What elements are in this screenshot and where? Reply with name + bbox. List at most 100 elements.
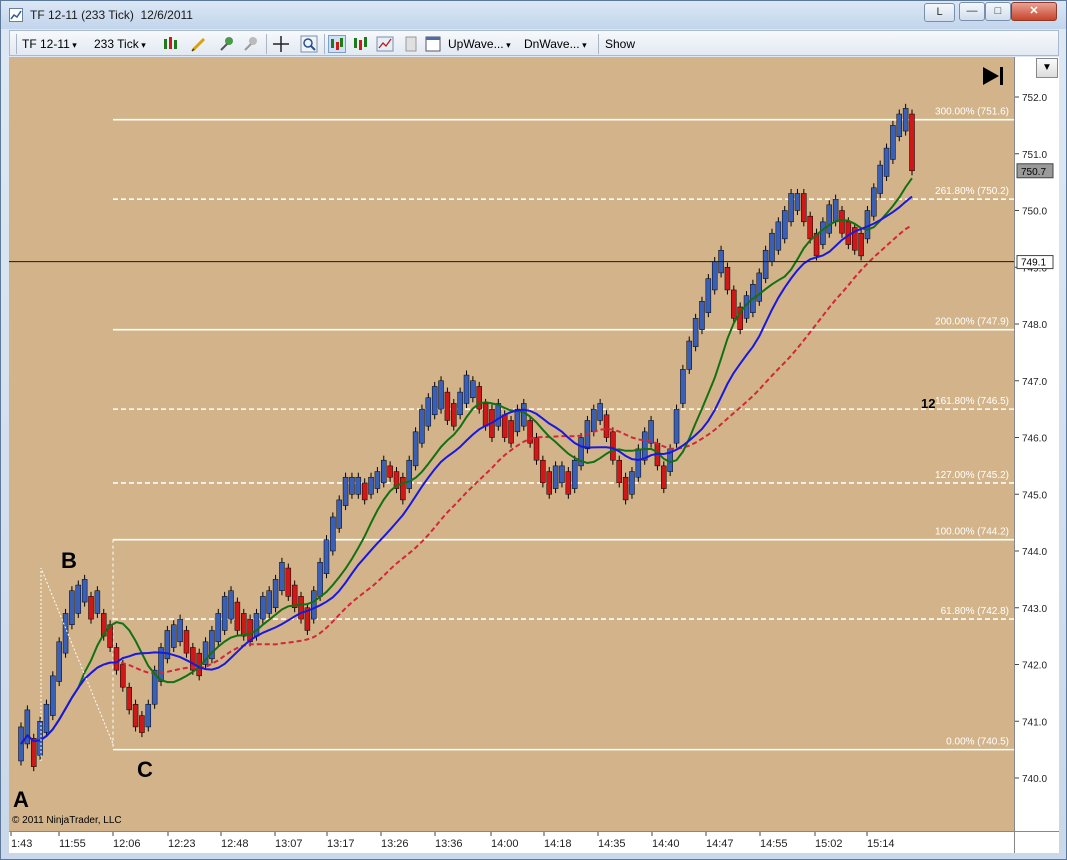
candle-body — [113, 647, 120, 671]
price-tick-label: 746.0 — [1022, 434, 1047, 445]
interval-selector[interactable]: 233 Tick — [94, 36, 146, 52]
close-button[interactable]: ✕ — [1011, 2, 1057, 21]
candle-body — [482, 403, 489, 427]
candle-body — [266, 590, 272, 614]
maximize-button[interactable]: □ — [985, 2, 1011, 21]
candle-body — [559, 465, 565, 484]
toolbar-separator — [598, 34, 599, 54]
price-tick-label: 751.0 — [1022, 150, 1047, 161]
strategy-icon[interactable] — [328, 35, 346, 53]
draw-pencil-icon[interactable] — [190, 35, 208, 53]
scroll-to-end-bar — [1000, 67, 1003, 85]
time-tick-label: 14:00 — [491, 838, 519, 850]
eraser-icon[interactable] — [242, 35, 260, 53]
time-axis[interactable]: 1:43 11:55 12:06 12:23 12:48 13:07 13:17 13:26 1… — [9, 831, 1014, 853]
point-c-label: C — [137, 757, 153, 782]
price-tick-label: 747.0 — [1022, 377, 1047, 388]
candle-body — [30, 738, 37, 767]
candle-body — [50, 675, 56, 716]
candle-body — [552, 465, 559, 489]
price-axis[interactable]: 752.0751.0750.0749.0748.0747.0746.0745.0… — [1014, 57, 1059, 831]
dnwave-selector[interactable]: DnWave... — [524, 36, 587, 52]
toolbar-separator — [266, 34, 267, 54]
zoom-icon[interactable] — [300, 35, 318, 53]
candle-body — [183, 630, 190, 654]
candle-body — [826, 204, 833, 234]
candle-body — [228, 590, 234, 620]
fib-level-label: 300.00% (751.6) — [935, 107, 1009, 118]
price-tick-label: 743.0 — [1022, 604, 1047, 615]
candle-body — [62, 613, 69, 654]
candle-body — [794, 193, 801, 211]
window-title: TF 12-11 (233 Tick) 12/6/2011 — [30, 8, 193, 22]
fib-level-label: 261.80% (750.2) — [935, 186, 1009, 197]
candle-body — [374, 471, 381, 489]
candle-body — [540, 459, 546, 484]
candle-body — [69, 590, 75, 626]
candle-body — [521, 403, 527, 427]
candle-body — [762, 249, 769, 279]
candle-body — [571, 459, 578, 489]
marker-icon[interactable] — [218, 35, 236, 53]
bar-type-icon[interactable] — [162, 35, 180, 53]
time-tick-label: 14:18 — [544, 838, 572, 850]
candle-body — [629, 471, 635, 495]
window-layout-icon[interactable] — [424, 35, 442, 53]
copyright-label: © 2011 NinjaTrader, LLC — [12, 815, 122, 826]
upwave-selector[interactable]: UpWave... — [448, 36, 511, 52]
price-tick-label: 740.0 — [1022, 774, 1047, 785]
candle-body — [705, 278, 712, 313]
candle-body — [311, 590, 317, 620]
show-button[interactable]: Show — [605, 36, 635, 52]
candle-body — [120, 664, 126, 688]
minimize-button[interactable]: — — [959, 2, 985, 21]
time-tick-label: 11:55 — [59, 838, 86, 850]
candle-body — [508, 420, 514, 444]
data-box-icon[interactable] — [402, 35, 420, 53]
price-chart[interactable]: 300.00% (751.6) 261.80% (750.2) 200.00% (7… — [9, 57, 1014, 831]
candle-body — [145, 703, 152, 728]
candle-body — [501, 414, 508, 438]
crosshair-icon[interactable] — [272, 35, 290, 53]
candle-body — [349, 476, 355, 495]
scroll-to-end-icon — [983, 67, 999, 85]
axis-corner — [1014, 831, 1059, 853]
candle-body — [686, 340, 692, 370]
chart-properties-icon[interactable] — [376, 35, 394, 53]
candle-body — [342, 476, 349, 506]
candle-body — [807, 215, 813, 240]
candle-body — [858, 232, 864, 257]
candle-body — [419, 408, 425, 444]
candle-body — [406, 459, 412, 489]
chart-menu-dropdown-icon[interactable]: ▼ — [1036, 58, 1058, 78]
candle-body — [692, 318, 699, 347]
candle-body — [622, 476, 629, 501]
fib-level-label: 0.00% (740.5) — [946, 737, 1009, 748]
candle-body — [896, 113, 903, 137]
price-tick-label: 744.0 — [1022, 547, 1047, 558]
candle-body — [871, 187, 877, 217]
candle-body — [565, 471, 572, 495]
candle-body — [323, 539, 330, 574]
fib-level-label: 200.00% (747.9) — [935, 317, 1009, 328]
candle-body — [470, 380, 476, 399]
candle-body — [883, 147, 890, 177]
app-window: TF 12-11 (233 Tick) 12/6/2011 L — □ ✕ TF… — [0, 0, 1067, 860]
toolbar-grip — [16, 34, 17, 54]
time-tick-label: 15:14 — [867, 838, 895, 850]
time-tick-label: 15:02 — [815, 838, 843, 850]
title-bar: TF 12-11 (233 Tick) 12/6/2011 L — □ ✕ — [1, 1, 1066, 29]
cursor-price-label: 749.1 — [1021, 258, 1046, 269]
time-tick-label: 12:48 — [221, 838, 249, 850]
candle-body — [88, 596, 94, 620]
candle-body — [279, 562, 285, 591]
candle-body — [381, 459, 387, 484]
candle-body — [285, 567, 292, 597]
candle-body — [400, 476, 406, 501]
fib-level-label: 127.00% (745.2) — [935, 470, 1009, 481]
chart-toolbar: TF 12-11 233 Tick — [9, 30, 1059, 56]
instrument-selector[interactable]: TF 12-11 — [22, 36, 77, 52]
indicators-icon[interactable] — [352, 35, 370, 53]
link-button[interactable]: L — [924, 3, 955, 22]
time-tick-label: 13:17 — [327, 838, 355, 850]
